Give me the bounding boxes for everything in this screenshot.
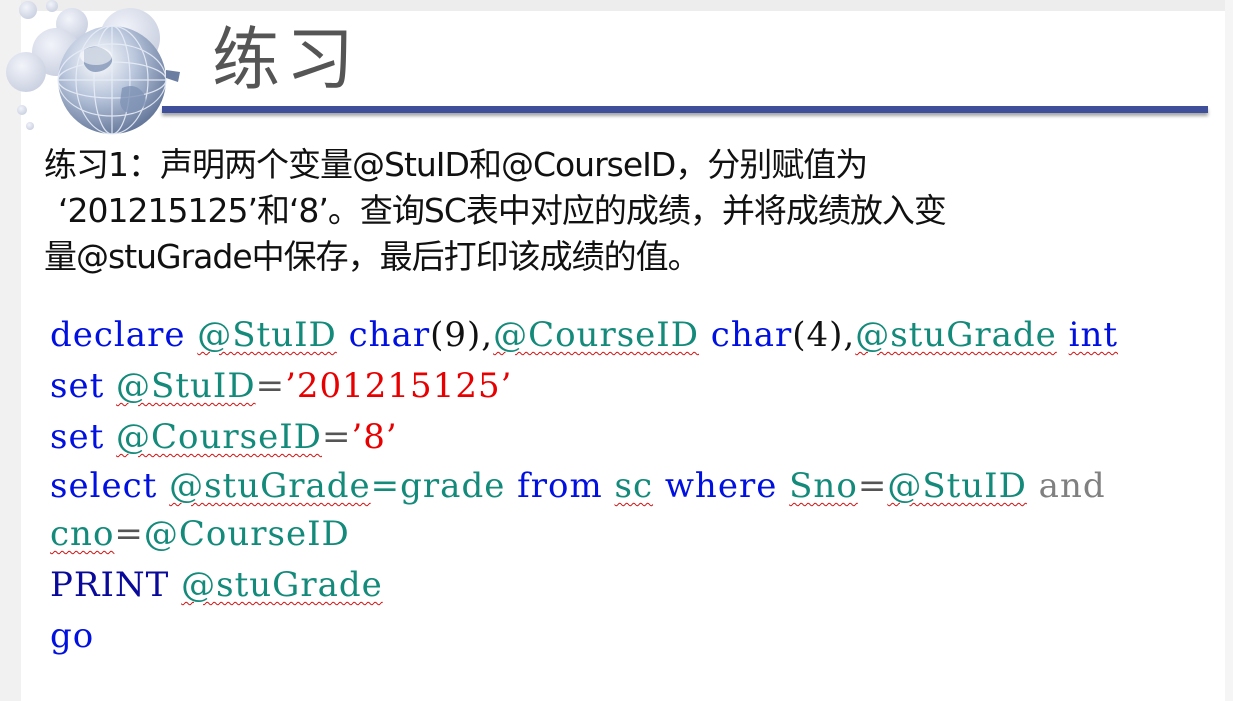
exercise-line-3: 量@stuGrade中保存，最后打印该成绩的值。 bbox=[44, 237, 701, 276]
variable-courseid: @CourseID bbox=[143, 514, 350, 554]
string-literal: ’8’ bbox=[351, 417, 398, 457]
keyword-char: char bbox=[710, 315, 793, 355]
keyword-int: int bbox=[1068, 315, 1119, 355]
variable-courseid: @CourseID bbox=[493, 315, 699, 355]
variable-stugrade: @stuGrade bbox=[855, 315, 1057, 355]
slide-frame-right bbox=[1225, 0, 1233, 701]
keyword-declare: declare bbox=[50, 315, 186, 355]
variable-stuid: @StuID bbox=[887, 466, 1027, 506]
keyword-set: set bbox=[50, 417, 105, 457]
slide: 练习 练习1：声明两个变量@StuID和@CourseID，分别赋值为 ‘201… bbox=[0, 0, 1233, 701]
keyword-where: where bbox=[664, 466, 778, 506]
code-line-set-courseid: set @CourseID=’8’ bbox=[50, 412, 1220, 463]
operator-equals: = bbox=[114, 514, 144, 554]
title-divider bbox=[162, 106, 1208, 113]
sql-code-block: declare @StuID char(9),@CourseID char(4)… bbox=[50, 310, 1220, 662]
variable-stugrade: @stuGrade bbox=[181, 565, 383, 605]
code-line-print: PRINT @stuGrade bbox=[50, 560, 1220, 611]
column-cno: cno bbox=[50, 514, 115, 554]
exercise-line-1: 练习1：声明两个变量@StuID和@CourseID，分别赋值为 bbox=[44, 145, 868, 184]
code-line-set-stuid: set @StuID=’201215125’ bbox=[50, 361, 1220, 412]
keyword-set: set bbox=[50, 366, 105, 406]
keyword-go: go bbox=[50, 616, 95, 656]
variable-stuid: @StuID bbox=[197, 315, 337, 355]
keyword-and: and bbox=[1038, 466, 1106, 506]
keyword-select: select bbox=[50, 466, 158, 506]
code-line-cno: cno=@CourseID bbox=[50, 509, 1220, 560]
string-literal: ’201215125’ bbox=[285, 366, 513, 406]
char-length-4: (4), bbox=[792, 315, 856, 355]
variable-stuid: @StuID bbox=[116, 366, 256, 406]
code-line-select: select @stuGrade=grade from sc where Sno… bbox=[50, 463, 1220, 509]
variable-courseid: @CourseID bbox=[116, 417, 322, 457]
operator-equals: = bbox=[321, 417, 352, 457]
keyword-from: from bbox=[517, 466, 603, 506]
keyword-print: PRINT bbox=[50, 565, 170, 605]
code-line-declare: declare @StuID char(9),@CourseID char(4)… bbox=[50, 310, 1220, 361]
code-line-go: go bbox=[50, 611, 1220, 662]
exercise-description: 练习1：声明两个变量@StuID和@CourseID，分别赋值为 ‘201215… bbox=[44, 142, 1219, 280]
keyword-char: char bbox=[348, 315, 431, 355]
operator-equals: = bbox=[857, 466, 888, 506]
variable-stugrade: @stuGrade bbox=[169, 466, 371, 506]
operator-equals: = bbox=[255, 366, 286, 406]
table-sc: sc bbox=[614, 466, 654, 506]
exercise-line-2: ‘201215125’和‘8’。查询SC表中对应的成绩，并将成绩放入变 bbox=[58, 191, 947, 230]
slide-title: 练习 bbox=[212, 21, 361, 100]
char-length-9: (9), bbox=[430, 315, 494, 355]
globe-logo-icon bbox=[6, 0, 180, 135]
column-grade: =grade bbox=[370, 466, 506, 506]
column-sno: Sno bbox=[789, 466, 858, 506]
